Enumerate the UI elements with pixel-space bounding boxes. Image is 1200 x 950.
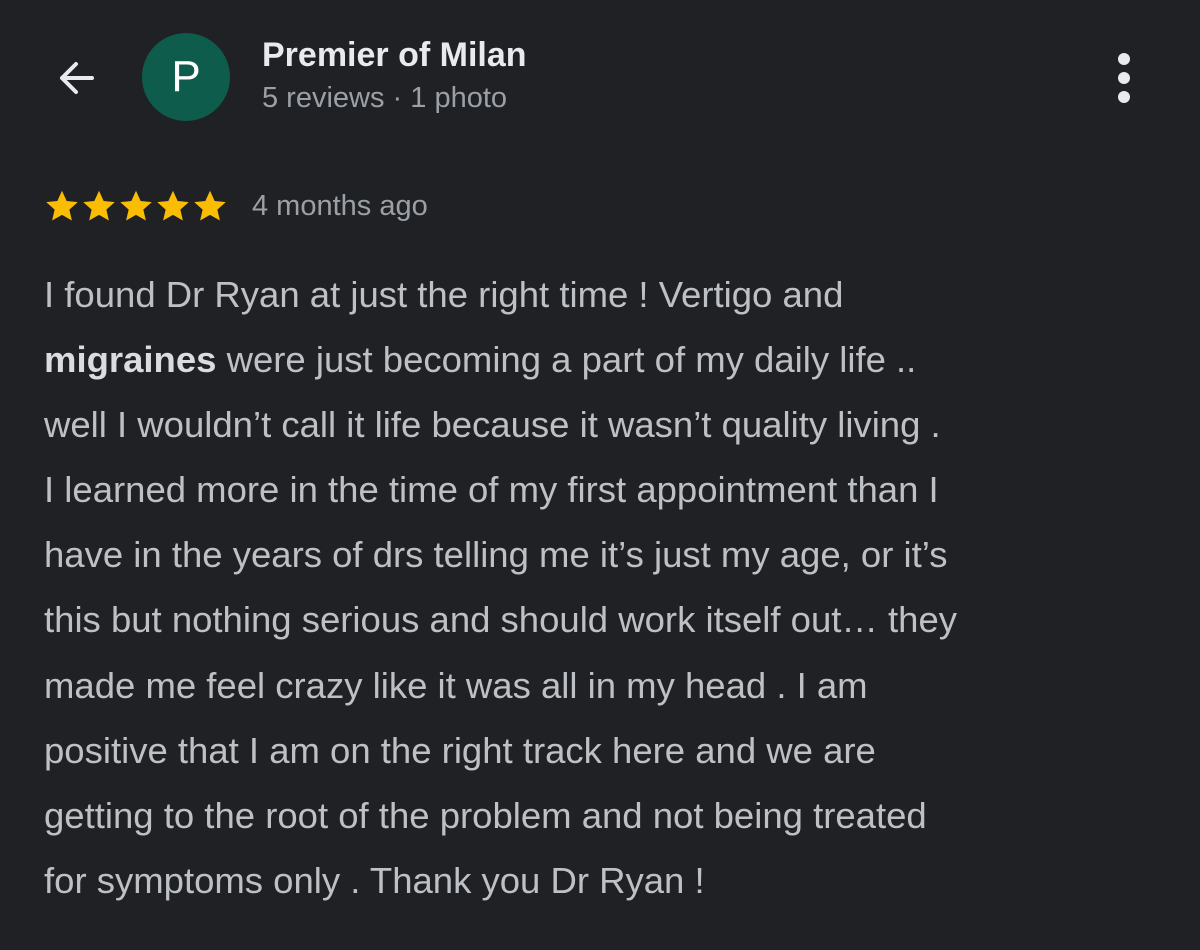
more-vertical-icon-dot: [1118, 53, 1130, 65]
review-detail-screen: P Premier of Milan 5 reviews · 1 photo 4…: [0, 0, 1200, 950]
star-icon: [157, 190, 189, 221]
more-options-button[interactable]: [1098, 48, 1150, 108]
review-line: I learned more in the time of my first a…: [44, 469, 939, 511]
star-icon: [46, 190, 78, 221]
reviewer-meta: 5 reviews · 1 photo: [262, 82, 508, 114]
more-vertical-icon-dot: [1118, 91, 1130, 103]
review-line: well I wouldn’t call it life because it …: [44, 404, 941, 446]
review-text: I found Dr Ryan at just the right time !…: [44, 262, 1169, 913]
review-line: migraines were just becoming a part of m…: [44, 327, 1169, 392]
back-button[interactable]: [48, 50, 104, 106]
review-line: getting to the root of the problem and n…: [44, 794, 927, 836]
highlighted-keyword: migraines: [44, 339, 217, 381]
avatar[interactable]: P: [142, 33, 230, 121]
review-line: for symptoms only . Thank you Dr Ryan !: [44, 859, 705, 901]
reviewer-header: P Premier of Milan 5 reviews · 1 photo: [0, 0, 1200, 150]
more-vertical-icon-dot: [1118, 72, 1130, 84]
review-line: I found Dr Ryan at just the right time !…: [44, 274, 844, 315]
star-icon: [194, 190, 226, 221]
review-line: made me feel crazy like it was all in my…: [44, 664, 868, 706]
review-line: this but nothing serious and should work…: [44, 599, 958, 641]
avatar-letter: P: [171, 52, 201, 101]
arrow-left-icon: [60, 62, 94, 94]
rating-row: 4 months ago: [44, 184, 428, 228]
star-icon: [83, 190, 115, 221]
review-line: positive that I am on the right track he…: [44, 729, 876, 771]
review-line-text: were just becoming a part of my daily li…: [216, 339, 917, 381]
star-icon: [120, 190, 152, 221]
review-time: 4 months ago: [252, 189, 428, 222]
star-rating: [44, 188, 228, 224]
reviewer-name[interactable]: Premier of Milan: [262, 36, 527, 75]
review-line: have in the years of drs telling me it’s…: [44, 534, 948, 576]
